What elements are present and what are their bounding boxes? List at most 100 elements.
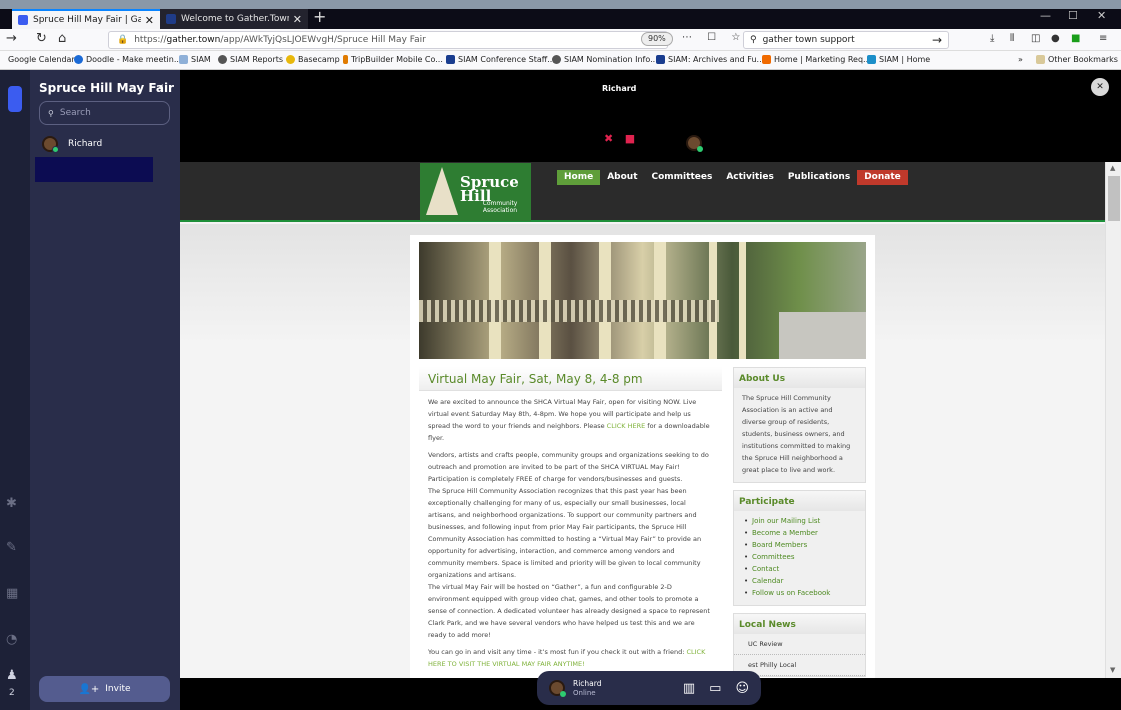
online-status-dot [560,691,566,697]
downloads-icon[interactable]: ⤓ [990,33,994,44]
article-paragraph: You can go in and visit any time - it’s … [428,648,706,668]
page-actions-icon[interactable]: ⋯ ☐ ☆ [682,32,746,43]
bookmark-item[interactable]: Basecamp [286,55,340,64]
article-paragraph: We are excited to announce the SHCA Virt… [428,398,710,442]
bookmark-item[interactable]: TripBuilder Mobile Co... [343,55,443,64]
address-bar[interactable]: 🔒 https:// gather.town /app/AWkTyjQsLJOE… [108,31,668,49]
close-embed-icon[interactable]: ✕ [1091,78,1109,96]
chevron-right-icon[interactable]: » [1018,55,1023,64]
participate-list: Join our Mailing List Become a Member Bo… [734,511,865,605]
globe-icon [218,55,227,64]
invite-label: Invite [105,684,131,694]
bookmark-item[interactable]: SIAM: Archives and Fu... [656,55,764,64]
scroll-down-icon[interactable]: ▼ [1110,666,1115,674]
add-user-icon: 👤+ [78,683,100,695]
tab-close-icon[interactable]: ✕ [145,14,154,27]
space-title: Spruce Hill May Fair [39,81,174,95]
bookmark-item[interactable]: SIAM [179,55,211,64]
gather-favicon-icon [18,15,28,25]
flyer-link[interactable]: CLICK HERE [607,422,646,430]
bookmark-item[interactable]: Google Calendar [8,55,75,64]
calendar-icon[interactable]: ▦ [6,586,18,601]
bookmark-item[interactable]: SIAM Nomination Info... [552,55,658,64]
home-icon[interactable]: ⌂ [58,31,66,46]
nav-donate[interactable]: Donate [857,170,908,185]
doodle-icon [74,55,83,64]
participate-link[interactable]: Join our Mailing List [744,515,857,527]
window-close-icon[interactable]: ✕ [1097,9,1106,22]
folder-icon [1036,55,1045,64]
scroll-up-icon[interactable]: ▲ [1110,164,1115,172]
map-icon[interactable]: ▥ [683,681,695,696]
participate-link[interactable]: Contact [744,563,857,575]
minimize-icon[interactable]: — [1040,9,1051,22]
nav-committees[interactable]: Committees [645,170,720,185]
library-icon[interactable]: ⫴ [1010,33,1014,44]
video-avatar[interactable] [686,135,703,152]
cloud-icon [179,55,188,64]
bookmark-item[interactable]: SIAM | Home [867,55,930,64]
dock-user-status: Online [573,688,596,697]
maximize-icon[interactable]: ☐ [1068,9,1078,22]
participant-count: 2 [9,688,15,698]
emoji-icon[interactable]: ☺ [735,681,749,696]
search-icon: ⚲ [48,108,54,118]
tab-gather[interactable]: Spruce Hill May Fair | Gather ✕ [12,9,160,29]
gather-bottom-bar: Richard Online ▥ ▭ ☺ [180,671,1121,710]
site-nav: Home About Committees Activities Publica… [557,170,908,185]
menu-icon[interactable]: ≡ [1099,33,1107,44]
search-go-icon[interactable]: → [932,33,942,47]
tab-close-icon[interactable]: ✕ [293,13,302,26]
forward-icon[interactable]: → [6,31,17,46]
article-paragraph: Vendors, artists and crafts people, comm… [428,451,710,639]
participants-icon[interactable]: ♟ [6,668,18,683]
account-icon[interactable]: ● [1051,33,1060,44]
dock-user[interactable]: Richard Online [573,679,669,698]
chat-icon[interactable]: ◔ [6,632,17,647]
nav-activities[interactable]: Activities [719,170,781,185]
screen-share-icon[interactable]: ▭ [709,681,721,696]
participate-link[interactable]: Calendar [744,575,857,587]
siam-home-icon [867,55,876,64]
scroll-thumb[interactable] [1108,176,1120,221]
participant-search-input[interactable] [59,108,160,118]
reload-icon[interactable]: ↻ [36,31,47,46]
bookmark-item[interactable]: Home | Marketing Req... [762,55,871,64]
member-row[interactable]: Richard [42,136,102,153]
bookmark-item[interactable]: SIAM Reports [218,55,283,64]
nav-publications[interactable]: Publications [781,170,857,185]
sidebar-icon[interactable]: ◫ [1031,33,1040,44]
participate-link[interactable]: Committees [744,551,857,563]
basecamp-icon [286,55,295,64]
siam-icon [656,55,665,64]
build-tool-icon[interactable]: ✎ [6,540,17,555]
gear-icon[interactable]: ✱ [6,496,17,511]
url-prefix: https:// [134,35,167,45]
invite-button[interactable]: 👤+ Invite [39,676,170,702]
new-tab-button[interactable]: + [313,7,326,26]
page-scrollbar[interactable]: ▲ ▼ [1105,162,1121,678]
participate-link[interactable]: Become a Member [744,527,857,539]
news-item[interactable]: UC Review [734,634,865,655]
collapse-panel-icon[interactable]: ‹ [158,78,164,96]
avatar[interactable] [549,680,566,697]
gather-logo-icon[interactable] [8,86,22,112]
nav-home[interactable]: Home [557,170,601,185]
other-bookmarks[interactable]: Other Bookmarks [1036,55,1118,64]
shield-lock-icon[interactable]: 🔒 [117,35,128,45]
tab-gather-help[interactable]: Welcome to Gather.Town's Hel ✕ [160,9,308,29]
tripbuilder-icon [343,55,348,64]
extension-icon[interactable]: ■ [1071,33,1080,44]
participate-link[interactable]: Board Members [744,539,857,551]
bookmark-item[interactable]: SIAM Conference Staff... [446,55,555,64]
search-bar[interactable]: ⚲ gather town support → [743,31,949,49]
mic-camera-off-icon: ✖ ■ [604,132,640,145]
spruce-hill-logo[interactable]: Spruce Hill Community Association [420,163,531,221]
participant-search[interactable]: ⚲ [39,101,170,125]
bookmark-item[interactable]: Doodle - Make meetin... [74,55,181,64]
site-sidebar: About Us The Spruce Hill Community Assoc… [733,367,866,678]
redacted-block [35,157,153,182]
zoom-level-badge[interactable]: 90% [641,32,673,46]
participate-link[interactable]: Follow us on Facebook [744,587,857,599]
nav-about[interactable]: About [600,170,644,185]
